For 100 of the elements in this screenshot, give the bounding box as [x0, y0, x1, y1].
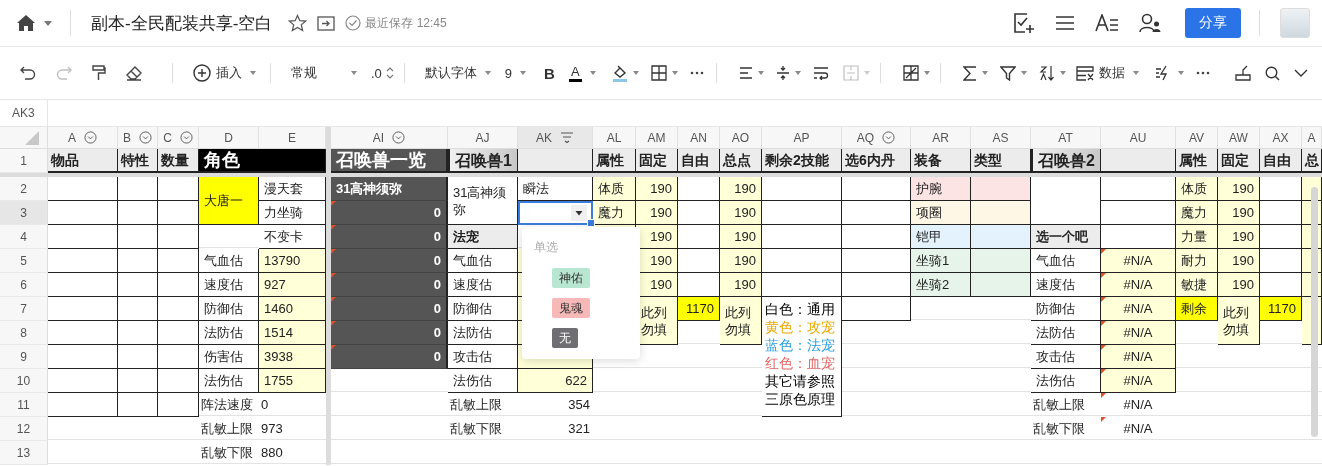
column-header[interactable]: A [48, 127, 118, 149]
row-header[interactable]: 10 [0, 369, 48, 393]
column-header[interactable]: AT [1031, 127, 1101, 149]
bold-button[interactable]: B [540, 64, 559, 82]
column-header[interactable]: AJ [448, 127, 518, 149]
row-header[interactable]: 2 [0, 177, 48, 201]
filter-icon[interactable] [999, 65, 1016, 81]
vertical-align-icon[interactable] [775, 65, 790, 81]
stepper-icon[interactable] [385, 66, 394, 80]
decimal-places-button[interactable]: .0 [367, 65, 386, 81]
document-title[interactable]: 副本-全民配装共享-空白 [91, 11, 273, 35]
filter-dropdown-icon[interactable] [392, 131, 406, 144]
table-cell: 铠甲 [911, 225, 971, 249]
table-cell: 31高神须弥 [448, 177, 518, 225]
data-button[interactable]: 数据 [1071, 64, 1143, 82]
row-header[interactable]: 7 [0, 297, 48, 321]
table-cell: 190 [1218, 249, 1260, 273]
eraser-icon[interactable] [126, 65, 142, 81]
share-button[interactable]: 分享 [1185, 8, 1241, 38]
row-header[interactable]: 8 [0, 321, 48, 345]
column-header[interactable]: AL [593, 127, 636, 149]
brush-icon[interactable] [1235, 65, 1251, 81]
row-header[interactable]: 6 [0, 273, 48, 297]
table-cell [118, 297, 158, 321]
column-header[interactable]: AK [518, 127, 593, 149]
row-header[interactable]: 12 [0, 417, 48, 441]
table-cell-text: 0 [260, 396, 270, 414]
name-box[interactable]: AK3 [0, 100, 48, 126]
caret-icon[interactable] [44, 20, 52, 26]
fill-color-icon[interactable] [611, 64, 628, 82]
move-to-folder-icon[interactable] [317, 15, 336, 31]
conditional-format-icon[interactable] [902, 65, 919, 81]
table-cell: 190 [720, 225, 762, 249]
menu-icon[interactable] [1055, 15, 1075, 31]
more-icon[interactable] [689, 71, 704, 75]
column-header[interactable]: D [199, 127, 259, 149]
column-header[interactable]: AX [1260, 127, 1302, 149]
row-header[interactable]: 11 [0, 393, 48, 417]
font-size-dropdown[interactable]: 9 [500, 65, 531, 81]
filter-dropdown-icon[interactable] [179, 131, 193, 144]
filter-lines-icon[interactable] [560, 132, 574, 143]
column-header[interactable]: E [259, 127, 326, 149]
wrap-text-icon[interactable] [812, 66, 829, 80]
table-cell [971, 249, 1031, 273]
more-icon[interactable] [1195, 71, 1210, 75]
table-cell: #N/A [1101, 417, 1176, 441]
option-tag[interactable]: 鬼魂 [552, 298, 590, 318]
sum-icon[interactable] [962, 65, 977, 81]
column-header[interactable]: AR [911, 127, 971, 149]
font-dropdown[interactable]: 默认字体 [420, 64, 495, 82]
table-cell: 190 [720, 249, 762, 273]
filter-dropdown-icon[interactable] [882, 131, 896, 144]
borders-icon[interactable] [650, 65, 667, 81]
column-header[interactable]: AU [1101, 127, 1176, 149]
format-painter-icon[interactable] [92, 65, 106, 81]
dropdown-caret-icon[interactable] [571, 205, 587, 221]
column-header[interactable]: AM [636, 127, 678, 149]
search-icon[interactable] [1265, 65, 1280, 81]
row-header[interactable]: 9 [0, 345, 48, 369]
star-icon[interactable] [288, 14, 308, 32]
column-header[interactable]: AI [331, 127, 448, 149]
undo-icon[interactable] [20, 66, 36, 80]
column-header[interactable]: AP [762, 127, 842, 149]
align-left-icon[interactable] [738, 67, 753, 79]
checklist-add-icon[interactable] [1013, 12, 1035, 34]
column-header[interactable]: AW [1218, 127, 1260, 149]
column-header[interactable]: AS [971, 127, 1031, 149]
option-tag[interactable]: 神佑 [552, 268, 590, 288]
filter-dropdown-icon[interactable] [84, 131, 97, 144]
sort-icon[interactable] [1038, 65, 1055, 81]
table-cell: 13790 [259, 249, 326, 273]
row-header[interactable]: 5 [0, 249, 48, 273]
insert-button[interactable]: 插入 [189, 64, 260, 82]
row-header[interactable]: 1 [0, 149, 48, 173]
table-cell: 类型 [971, 149, 1031, 173]
column-header[interactable]: AV [1176, 127, 1218, 149]
column-header[interactable]: AQ [842, 127, 911, 149]
filter-dropdown-icon[interactable] [139, 131, 152, 144]
column-header[interactable]: A [1302, 127, 1322, 149]
option-tag[interactable]: 无 [552, 328, 578, 348]
user-share-icon[interactable] [1139, 13, 1161, 33]
table-cell: 气血估 [1031, 249, 1101, 273]
chevron-down-icon[interactable] [1294, 69, 1308, 77]
row-header[interactable]: 3 [0, 201, 48, 225]
table-cell: 气血估 [199, 249, 259, 273]
row-header[interactable]: 13 [0, 441, 48, 465]
row-header[interactable]: 4 [0, 225, 48, 249]
table-cell: 攻击估 [1031, 345, 1101, 369]
column-header[interactable]: B [118, 127, 158, 149]
column-header[interactable]: AN [678, 127, 720, 149]
number-format-dropdown[interactable]: 常规 [287, 64, 361, 82]
table-cell: 耐力 [1176, 249, 1218, 273]
column-header[interactable]: AO [720, 127, 762, 149]
scrollbar-thumb[interactable] [1311, 187, 1318, 437]
table-cell [118, 177, 158, 201]
font-color-button[interactable]: A [564, 64, 600, 82]
column-header[interactable]: C [158, 127, 199, 149]
text-format-icon[interactable] [1095, 14, 1119, 32]
home-icon[interactable] [16, 14, 36, 32]
fill-handle[interactable] [587, 219, 595, 227]
